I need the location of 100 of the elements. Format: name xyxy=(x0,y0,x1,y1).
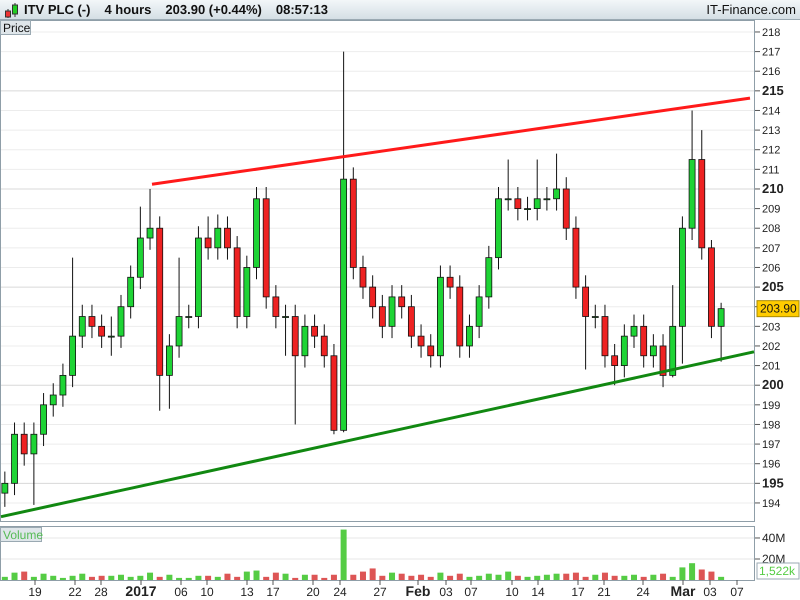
volume-bar xyxy=(544,574,550,580)
symbol-name: ITV PLC (-) xyxy=(24,2,90,17)
candlestick xyxy=(224,216,231,260)
candlestick xyxy=(369,274,376,319)
volume-bar xyxy=(718,576,724,580)
axis-label: 197 xyxy=(762,439,780,452)
axis-label: 217 xyxy=(762,46,780,59)
candlestick xyxy=(20,422,28,466)
volume-bar xyxy=(389,572,396,580)
volume-bar xyxy=(88,576,95,580)
candlestick xyxy=(611,343,618,386)
pane-label: Volume xyxy=(0,527,44,542)
axis-label: 215 xyxy=(762,82,784,98)
volume-bar xyxy=(340,530,347,580)
volume-bar xyxy=(670,576,676,580)
candlestick xyxy=(320,324,328,368)
volume-bar xyxy=(108,576,114,580)
volume-bar xyxy=(631,574,637,580)
volume-bar xyxy=(137,576,144,580)
axis-label: 17 xyxy=(571,585,585,599)
volume-bar xyxy=(524,576,531,580)
volume-bar xyxy=(330,574,337,580)
volume-bar xyxy=(554,574,560,580)
volume-bar xyxy=(40,574,47,580)
volume-bar xyxy=(370,568,376,580)
axis-label: 206 xyxy=(762,262,780,274)
axis-label: 208 xyxy=(762,223,780,236)
volume-bar xyxy=(612,576,618,580)
axis-label: 27 xyxy=(373,585,387,599)
candlestick xyxy=(592,304,599,329)
axis-label: 03 xyxy=(439,585,453,599)
candlestick xyxy=(50,382,57,418)
volume-bar xyxy=(128,576,134,580)
volume-bar xyxy=(30,576,37,580)
volume-bar xyxy=(214,576,221,580)
candlestick xyxy=(98,314,106,348)
candlestick xyxy=(78,304,86,348)
axis-label: 07 xyxy=(730,585,744,599)
volume-bar xyxy=(176,578,182,580)
volume-bar xyxy=(689,563,696,580)
candlestick xyxy=(718,302,725,362)
axis-label: 211 xyxy=(762,164,780,176)
axis-label: 14 xyxy=(531,585,545,599)
candlestick xyxy=(146,188,154,250)
volume-bar xyxy=(496,574,502,580)
axis-label: 200 xyxy=(762,377,784,392)
volume-bar xyxy=(186,578,192,580)
axis-label: 203 xyxy=(762,321,780,334)
pane-label: Price xyxy=(0,20,31,35)
candlestick xyxy=(446,264,454,300)
candlestick xyxy=(398,284,406,319)
volume-bar xyxy=(2,576,8,580)
axis-label: 10 xyxy=(505,585,519,599)
axis-label: 03 xyxy=(703,585,717,599)
timeframe: 4 hours xyxy=(104,2,152,17)
axis-label: 07 xyxy=(464,585,478,599)
volume-bar xyxy=(302,574,308,580)
axis-label: 194 xyxy=(762,498,780,510)
candlestick xyxy=(543,186,550,212)
volume-badge: 1,522k xyxy=(756,562,800,580)
candlestick xyxy=(360,255,366,300)
volume-bar xyxy=(408,576,414,580)
axis-label: 210 xyxy=(762,180,784,196)
axis-label: 198 xyxy=(762,419,780,432)
volume-bar xyxy=(466,576,472,580)
axis-label: 17 xyxy=(266,585,280,599)
price-badge: 203.90 xyxy=(756,300,800,318)
axis-label: 216 xyxy=(762,66,780,78)
volume-bar xyxy=(650,574,656,580)
candlestick xyxy=(630,314,638,348)
volume-bar xyxy=(514,576,521,580)
axis-label: 205 xyxy=(762,279,784,294)
volume-bar xyxy=(166,574,172,580)
axis-label: 24 xyxy=(636,585,650,599)
volume-bar xyxy=(447,576,454,580)
volume-bar xyxy=(505,572,512,580)
candlestick xyxy=(418,324,424,358)
axis-label: 196 xyxy=(762,458,780,471)
axis-label: 21 xyxy=(597,585,611,599)
axis-label: 40M xyxy=(762,530,786,545)
volume-bar xyxy=(292,578,298,580)
volume-bar xyxy=(60,578,66,580)
candlestick xyxy=(30,422,38,506)
axis-label: 202 xyxy=(762,340,780,353)
volume-bar xyxy=(418,574,424,580)
volume-bar xyxy=(254,570,260,580)
quote: 203.90 (+0.44%) xyxy=(165,2,262,17)
volume-bar xyxy=(312,574,318,580)
volume-bar xyxy=(156,576,163,580)
axis-label: 19 xyxy=(28,585,42,599)
candlestick xyxy=(650,334,657,368)
volume-bar xyxy=(98,576,105,580)
axis-label: 28 xyxy=(94,585,108,599)
candlestick xyxy=(185,304,192,329)
volume-bar xyxy=(234,576,240,580)
axis-label: 10 xyxy=(200,585,214,599)
axis-label: 207 xyxy=(762,242,780,255)
axis-label: 06 xyxy=(174,585,188,599)
candlestick xyxy=(108,316,115,356)
volume-bar xyxy=(21,572,28,580)
